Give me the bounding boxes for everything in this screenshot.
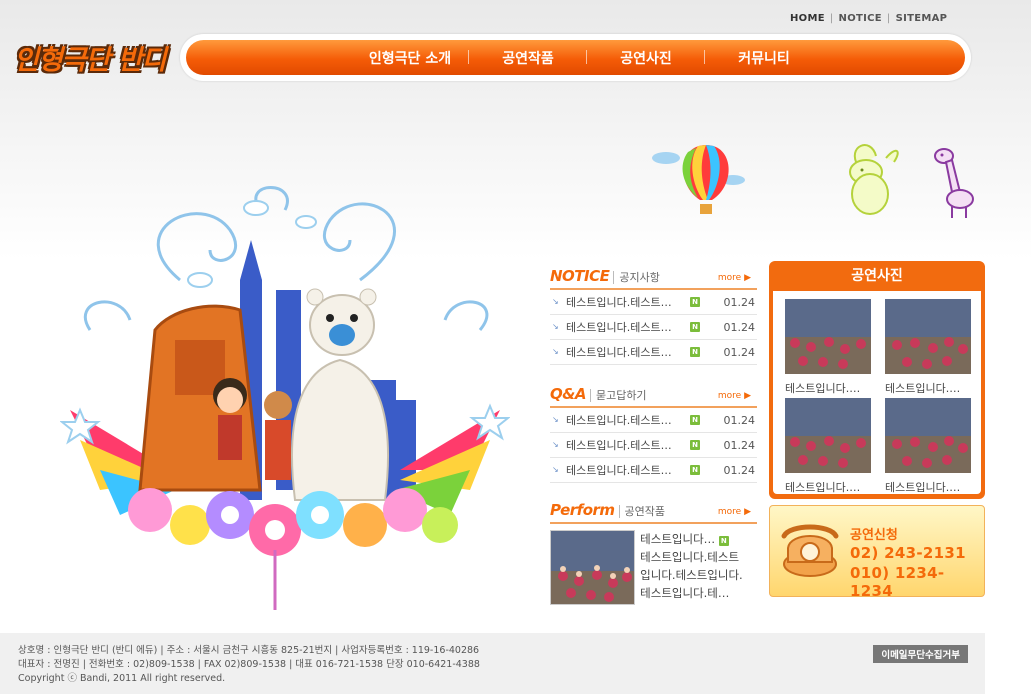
rabbit-icon bbox=[849, 144, 899, 215]
audience-photo bbox=[885, 299, 971, 374]
nav-item-works[interactable]: 공연작품 bbox=[469, 48, 587, 68]
bullet-icon: ↘ bbox=[552, 347, 559, 356]
notice-header: NOTICE 공지사항 more ▶ bbox=[550, 266, 757, 290]
qna-more-link[interactable]: more ▶ bbox=[718, 391, 751, 401]
giraffe-icon bbox=[934, 148, 974, 218]
bullet-icon: ↘ bbox=[552, 415, 559, 424]
nav-item-about[interactable]: 인형극단 소개 bbox=[351, 48, 469, 68]
perform-line: 테스트입니다.테… bbox=[640, 586, 730, 600]
notice-link[interactable]: NOTICE bbox=[839, 13, 882, 24]
photo-caption: 테스트입니다.… bbox=[785, 481, 861, 494]
photo-gallery-title[interactable]: 공연사진 bbox=[769, 261, 985, 291]
sitemap-link[interactable]: SITEMAP bbox=[896, 13, 948, 24]
bullet-icon: ↘ bbox=[552, 322, 559, 331]
nav-item-photos[interactable]: 공연사진 bbox=[587, 48, 705, 68]
list-item-title: 테스트입니다.테스트… bbox=[566, 346, 672, 359]
perform-line: 테스트입니다… bbox=[640, 532, 716, 546]
footer-contact-info: 대표자 : 전명진 | 전화번호 : 02)809-1538 | FAX 02)… bbox=[18, 659, 480, 670]
list-item-date: 01.24 bbox=[723, 463, 756, 477]
list-item-date: 01.24 bbox=[723, 295, 756, 309]
list-item-title: 테스트입니다.테스트… bbox=[566, 321, 672, 334]
home-link[interactable]: HOME bbox=[790, 13, 825, 24]
audience-photo bbox=[785, 398, 871, 473]
photo-caption: 테스트입니다.… bbox=[885, 382, 961, 395]
list-item[interactable]: ↘ 테스트입니다.테스트… N 01.24 bbox=[550, 315, 757, 340]
nav-item-community[interactable]: 커뮤니티 bbox=[705, 48, 823, 68]
footer-copyright: Copyright ⓒ Bandi, 2011 All right reserv… bbox=[18, 673, 226, 684]
notice-subtitle: 공지사항 bbox=[613, 271, 660, 284]
separator: | bbox=[886, 13, 891, 24]
notice-title: NOTICE bbox=[550, 267, 610, 285]
new-badge-icon: N bbox=[690, 415, 700, 425]
new-badge-icon: N bbox=[690, 297, 700, 307]
perform-thumbnail[interactable] bbox=[550, 530, 636, 605]
audience-photo bbox=[885, 398, 971, 473]
new-badge-icon: N bbox=[690, 440, 700, 450]
top-utility-links: HOME | NOTICE | SITEMAP bbox=[790, 13, 947, 24]
hero-illustration bbox=[60, 186, 510, 610]
new-badge-icon: N bbox=[718, 536, 729, 546]
perform-title: Perform bbox=[550, 501, 615, 519]
apply-label: 공연신청 bbox=[850, 528, 898, 543]
qna-subtitle: 묻고답하기 bbox=[589, 389, 647, 402]
new-badge-icon: N bbox=[690, 347, 700, 357]
perform-description: 테스트입니다… N 테스트입니다.테스트 입니다.테스트입니다. 테스트입니다.… bbox=[640, 530, 757, 605]
email-refuse-button[interactable]: 이메일무단수집거부 bbox=[873, 645, 968, 663]
perform-more-link[interactable]: more ▶ bbox=[718, 507, 751, 517]
mobile-number: 010) 1234-1234 bbox=[850, 564, 945, 600]
list-item-title: 테스트입니다.테스트… bbox=[566, 414, 672, 427]
photo-item[interactable]: 테스트입니다.… bbox=[785, 299, 885, 396]
footer-info: 상호명 : 인형극단 반디 (반디 에듀) | 주소 : 서울시 금천구 시흥동… bbox=[18, 644, 480, 686]
bullet-icon: ↘ bbox=[552, 297, 559, 306]
phone-number: 02) 243-2131 bbox=[850, 544, 966, 562]
photo-caption: 테스트입니다.… bbox=[885, 481, 961, 494]
list-item-date: 01.24 bbox=[723, 345, 756, 359]
photo-caption: 테스트입니다.… bbox=[785, 382, 861, 395]
bullet-icon: ↘ bbox=[552, 465, 559, 474]
photo-item[interactable]: 테스트입니다.… bbox=[885, 299, 985, 396]
telephone-icon bbox=[781, 524, 839, 577]
audience-photo bbox=[785, 299, 871, 374]
perform-subtitle: 공연작품 bbox=[618, 505, 666, 518]
photo-grid: 테스트입니다.… 테스트입니다.… 테스트입니다.… 테스트입니다.… bbox=[773, 291, 981, 494]
photo-item[interactable]: 테스트입니다.… bbox=[885, 398, 985, 495]
audience-photo bbox=[551, 531, 635, 604]
notice-board: NOTICE 공지사항 more ▶ ↘ 테스트입니다.테스트… N 01.24 ↘ 테스… bbox=[550, 266, 757, 365]
perform-header: Perform 공연작품 more ▶ bbox=[550, 500, 757, 524]
list-item[interactable]: ↘ 테스트입니다.테스트… N 01.24 bbox=[550, 458, 757, 483]
list-item[interactable]: ↘ 테스트입니다.테스트… N 01.24 bbox=[550, 290, 757, 315]
photo-item[interactable]: 테스트입니다.… bbox=[785, 398, 885, 495]
notice-more-link[interactable]: more ▶ bbox=[718, 273, 751, 283]
list-item-title: 테스트입니다.테스트… bbox=[566, 439, 672, 452]
list-item-date: 01.24 bbox=[723, 438, 756, 452]
main-nav: 인형극단 소개 공연작품 공연사진 커뮤니티 bbox=[186, 40, 965, 75]
footer: 상호명 : 인형극단 반디 (반디 에듀) | 주소 : 서울시 금천구 시흥동… bbox=[0, 633, 985, 694]
perform-item[interactable]: 테스트입니다… N 테스트입니다.테스트 입니다.테스트입니다. 테스트입니다.… bbox=[550, 524, 757, 605]
perform-board: Perform 공연작품 more ▶ 테스트입니다… N 테스트입니다.테스트 … bbox=[550, 500, 757, 605]
list-item[interactable]: ↘ 테스트입니다.테스트… N 01.24 bbox=[550, 408, 757, 433]
qna-title: Q&A bbox=[550, 385, 586, 403]
performance-apply-box[interactable]: 공연신청 02) 243-2131 010) 1234-1234 bbox=[769, 505, 985, 600]
list-item-date: 01.24 bbox=[723, 413, 756, 427]
list-item[interactable]: ↘ 테스트입니다.테스트… N 01.24 bbox=[550, 340, 757, 365]
footer-company-info: 상호명 : 인형극단 반디 (반디 에듀) | 주소 : 서울시 금천구 시흥동… bbox=[18, 645, 480, 656]
site-logo[interactable]: 인형극단 반디 bbox=[14, 38, 166, 77]
new-badge-icon: N bbox=[690, 465, 700, 475]
photo-gallery: 공연사진 테스트입니다.… 테스트입니다.… 테스트입니다.… 테스트입니다.… bbox=[769, 261, 985, 499]
list-item-date: 01.24 bbox=[723, 320, 756, 334]
perform-line: 입니다.테스트입니다. bbox=[640, 568, 743, 582]
qna-header: Q&A 묻고답하기 more ▶ bbox=[550, 384, 757, 408]
new-badge-icon: N bbox=[690, 322, 700, 332]
list-item-title: 테스트입니다.테스트… bbox=[566, 296, 672, 309]
list-item-title: 테스트입니다.테스트… bbox=[566, 464, 672, 477]
bullet-icon: ↘ bbox=[552, 440, 559, 449]
qna-board: Q&A 묻고답하기 more ▶ ↘ 테스트입니다.테스트… N 01.24 ↘ 테스트입… bbox=[550, 384, 757, 483]
perform-line: 테스트입니다.테스트 bbox=[640, 550, 740, 564]
hot-air-balloon-icon bbox=[652, 145, 745, 214]
list-item[interactable]: ↘ 테스트입니다.테스트… N 01.24 bbox=[550, 433, 757, 458]
separator: | bbox=[829, 13, 834, 24]
